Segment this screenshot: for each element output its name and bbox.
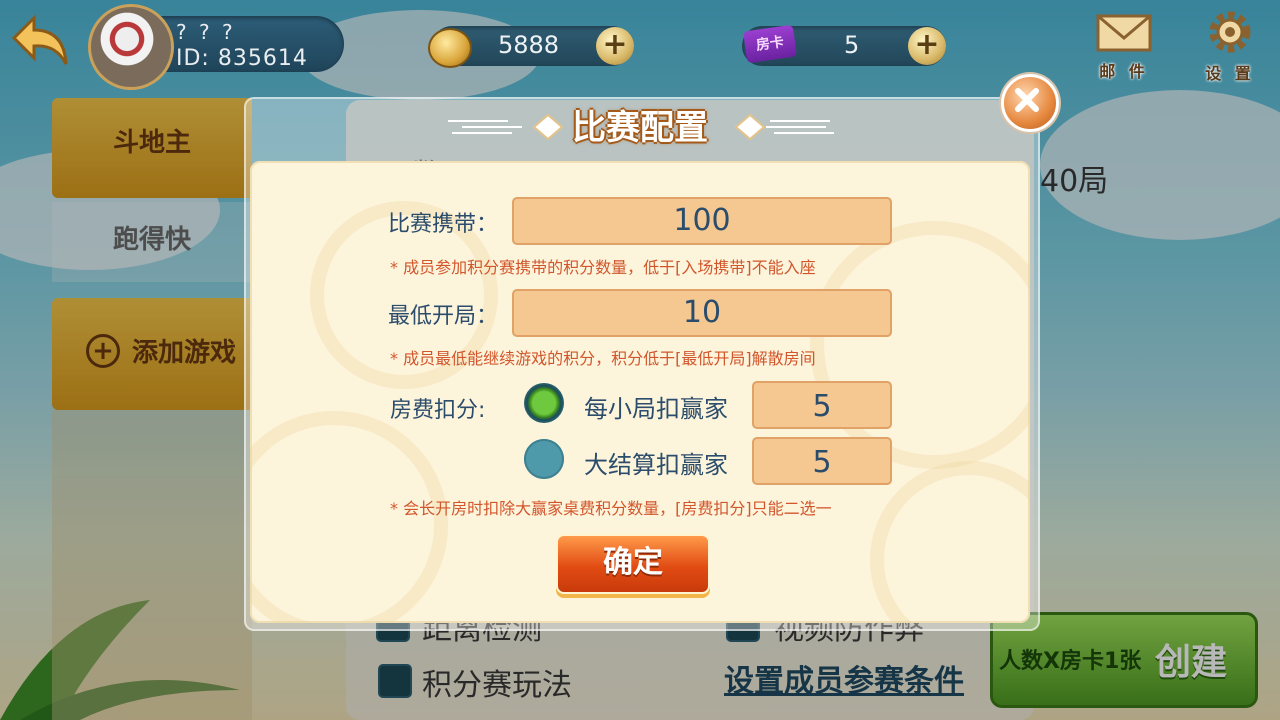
coin-balance: 5888 [498, 31, 560, 59]
add-room-cards-button[interactable]: + [908, 27, 946, 65]
fee-hint: * 会长开房时扣除大赢家桌费积分数量，[房费扣分]只能二选一 [390, 499, 832, 518]
fee-option-final-label: 大结算扣赢家 [584, 451, 728, 479]
user-id: ID: 835614 [176, 46, 308, 71]
mail-button[interactable]: 邮 件 [1092, 10, 1156, 82]
add-coins-button[interactable]: + [596, 27, 634, 65]
fee-label: 房费扣分: [390, 398, 486, 423]
carry-hint: * 成员参加积分赛携带的积分数量，低于[入场携带]不能入座 [390, 258, 816, 277]
fee-final-input[interactable]: 5 [752, 437, 892, 485]
fee-each-round-input[interactable]: 5 [752, 381, 892, 429]
min-start-label: 最低开局： [388, 304, 499, 329]
title-ornament-right [734, 113, 834, 141]
carry-input[interactable]: 100 [512, 197, 892, 245]
min-start-hint: * 成员最低能继续游戏的积分，积分低于[最低开局]解散房间 [390, 349, 816, 368]
settings-label: 设 置 [1205, 64, 1255, 83]
fee-option-final-radio[interactable] [524, 439, 564, 479]
dialog-title: 比赛配置 [572, 108, 708, 148]
fee-option-each-round-label: 每小局扣赢家 [584, 395, 728, 423]
cloud-pattern-decoration [870, 461, 1030, 623]
cloud-pattern-decoration [810, 221, 1030, 469]
fee-option-each-round-radio[interactable] [524, 383, 564, 423]
room-card-count: 5 [844, 31, 860, 59]
back-arrow-icon[interactable] [8, 8, 72, 72]
gear-icon [1209, 11, 1251, 53]
mail-label: 邮 件 [1099, 62, 1149, 81]
min-start-input[interactable]: 10 [512, 289, 892, 337]
settings-button[interactable]: 设 置 [1198, 8, 1262, 84]
user-name: ? ? ? [176, 20, 236, 44]
coin-icon [428, 28, 472, 68]
envelope-icon [1096, 14, 1152, 52]
close-icon [1015, 88, 1039, 112]
carry-label: 比赛携带： [388, 212, 499, 237]
close-dialog-button[interactable] [1001, 74, 1059, 132]
confirm-button[interactable]: 确定 [556, 534, 710, 594]
avatar[interactable] [88, 4, 174, 90]
top-bar: ? ? ? ID: 835614 5888 + 房卡 5 + 邮 件 设 置 [0, 0, 1280, 92]
